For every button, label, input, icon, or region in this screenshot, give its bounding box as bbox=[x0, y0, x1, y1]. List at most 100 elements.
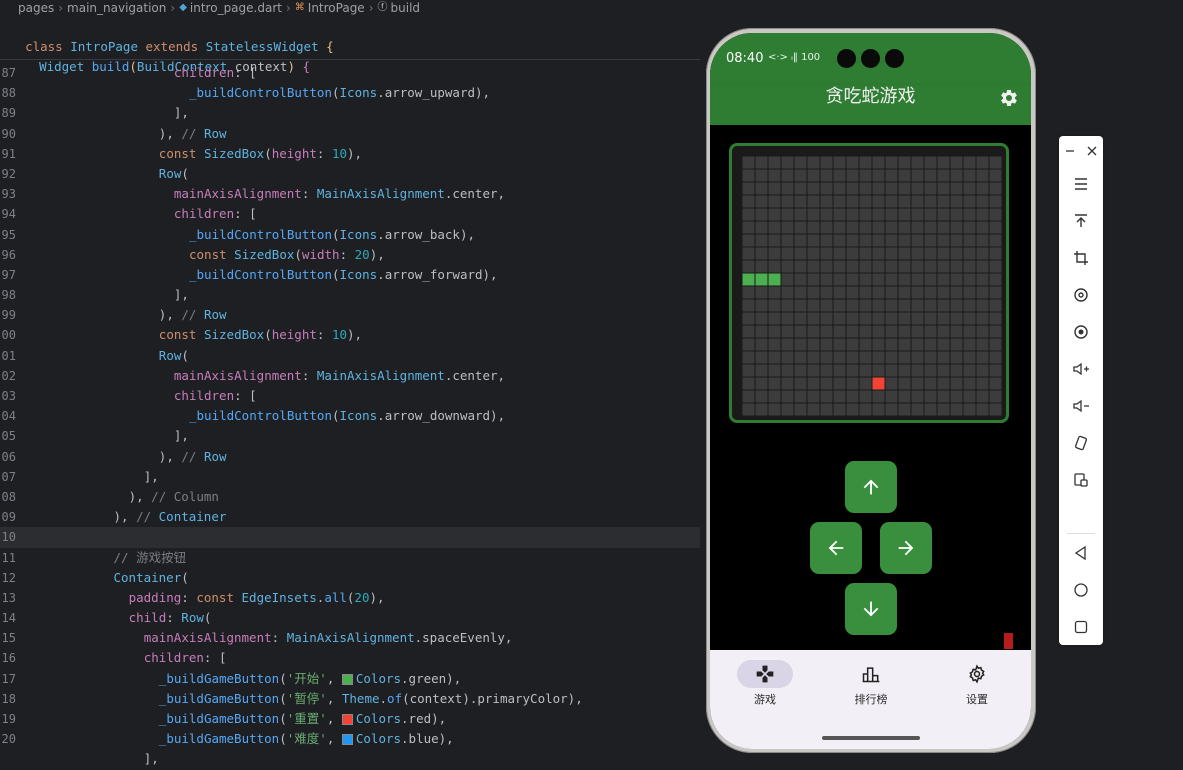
volume-up-icon[interactable] bbox=[1059, 354, 1103, 384]
code-line[interactable]: 13 padding: const EdgeInsets.all(20), bbox=[0, 588, 700, 608]
home-icon[interactable] bbox=[1059, 575, 1103, 605]
pin-top-icon[interactable] bbox=[1059, 206, 1103, 236]
code-line[interactable]: ], bbox=[0, 749, 700, 769]
board-cell bbox=[807, 156, 820, 169]
code-line[interactable]: 01 Row( bbox=[0, 346, 700, 366]
board-cell bbox=[794, 221, 807, 234]
board-cell bbox=[950, 338, 963, 351]
code-line[interactable]: 04 _buildControlButton(Icons.arrow_downwa… bbox=[0, 406, 700, 426]
code-line[interactable]: 93 mainAxisAlignment: MainAxisAlignment.c… bbox=[0, 184, 700, 204]
nav-item-settings[interactable]: 设置 bbox=[932, 660, 1022, 707]
code-line[interactable]: 19 _buildGameButton('重置', Colors.red), bbox=[0, 709, 700, 729]
code-text: ], bbox=[173, 287, 189, 303]
code-line[interactable]: 10 bbox=[0, 527, 700, 548]
code-line[interactable]: 00 const SizedBox(height: 10), bbox=[0, 325, 700, 345]
code-line[interactable]: 17 _buildGameButton('开始', Colors.green), bbox=[0, 669, 700, 689]
board-cell bbox=[794, 260, 807, 273]
board-cell bbox=[989, 273, 1002, 286]
board-cell bbox=[976, 377, 989, 390]
board-cell bbox=[898, 182, 911, 195]
line-number: 06 bbox=[1, 449, 16, 464]
code-line[interactable]: 92 Row( bbox=[0, 164, 700, 184]
board-cell bbox=[794, 299, 807, 312]
board-cell bbox=[859, 286, 872, 299]
close-icon[interactable] bbox=[1081, 136, 1103, 166]
board-cell bbox=[794, 208, 807, 221]
code-line[interactable]: 16 children: [ bbox=[0, 648, 700, 668]
nav-item-leaderboard[interactable]: 排行榜 bbox=[826, 660, 916, 707]
code-line[interactable]: 97 _buildControlButton(Icons.arrow_forwar… bbox=[0, 265, 700, 285]
board-cell bbox=[859, 182, 872, 195]
code-line[interactable]: 15 mainAxisAlignment: MainAxisAlignment.s… bbox=[0, 628, 700, 648]
home-indicator[interactable] bbox=[822, 736, 920, 740]
code-line[interactable]: 90), // Row bbox=[0, 124, 700, 144]
rotate-left-icon[interactable] bbox=[1059, 280, 1103, 310]
board-cell bbox=[807, 403, 820, 416]
board-cell bbox=[859, 338, 872, 351]
leaderboard-icon bbox=[862, 667, 880, 683]
board-cell bbox=[846, 377, 859, 390]
crop-icon[interactable] bbox=[1059, 243, 1103, 273]
code-line[interactable]: 07], bbox=[0, 467, 700, 487]
code-line[interactable]: 03 children: [ bbox=[0, 386, 700, 406]
game-board[interactable] bbox=[729, 143, 1009, 423]
up-button[interactable] bbox=[845, 461, 897, 513]
down-button[interactable] bbox=[845, 583, 897, 635]
code-line[interactable]: 98], bbox=[0, 285, 700, 305]
shake-icon[interactable] bbox=[1059, 428, 1103, 458]
code-line[interactable]: 20 _buildGameButton('难度', Colors.blue), bbox=[0, 729, 700, 749]
recents-icon[interactable] bbox=[1059, 612, 1103, 642]
code-line[interactable]: 14 child: Row( bbox=[0, 608, 700, 628]
board-cell bbox=[820, 182, 833, 195]
board-cell bbox=[768, 182, 781, 195]
volume-down-icon[interactable] bbox=[1059, 391, 1103, 421]
phone-screen[interactable]: 08:40 <·> ᵢ‖ 100 贪吃蛇游戏 游戏 排行榜 设置 bbox=[710, 33, 1031, 749]
breadcrumb-item-file[interactable]: intro_page.dart bbox=[190, 0, 282, 16]
back-icon[interactable] bbox=[1059, 538, 1103, 568]
menu-icon[interactable] bbox=[1059, 169, 1103, 199]
code-line[interactable]: 18 _buildGameButton('暂停', Theme.of(contex… bbox=[0, 689, 700, 709]
code-line[interactable]: 96 const SizedBox(width: 20), bbox=[0, 245, 700, 265]
code-text: mainAxisAlignment: MainAxisAlignment.cen… bbox=[173, 367, 506, 383]
breadcrumb-item-method[interactable]: build bbox=[391, 0, 421, 16]
color-swatch bbox=[341, 714, 353, 725]
code-line[interactable]: 09), // Container bbox=[0, 507, 700, 527]
board-cell bbox=[885, 390, 898, 403]
code-line[interactable]: 02 mainAxisAlignment: MainAxisAlignment.c… bbox=[0, 366, 700, 386]
line-number: 01 bbox=[1, 348, 16, 363]
code-line[interactable]: 87 children: [ bbox=[0, 63, 700, 83]
right-button[interactable] bbox=[880, 522, 932, 574]
code-line[interactable]: 05], bbox=[0, 426, 700, 446]
code-line[interactable]: 99), // Row bbox=[0, 305, 700, 325]
nav-item-game[interactable]: 游戏 bbox=[720, 660, 810, 707]
code-line[interactable]: 95 _buildControlButton(Icons.arrow_back), bbox=[0, 225, 700, 245]
board-cell bbox=[807, 338, 820, 351]
board-cell bbox=[898, 403, 911, 416]
board-cell bbox=[742, 364, 755, 377]
code-editor[interactable]: 87 children: [88 _buildControlButton(Icons… bbox=[0, 63, 700, 770]
code-line[interactable]: 08), // Column bbox=[0, 487, 700, 507]
board-cell bbox=[742, 377, 755, 390]
gamepad-icon bbox=[756, 665, 774, 683]
board-cell bbox=[820, 247, 833, 260]
code-line[interactable]: 94 children: [ bbox=[0, 204, 700, 224]
code-line[interactable]: 12 Container( bbox=[0, 568, 700, 588]
code-line[interactable]: 06), // Row bbox=[0, 447, 700, 467]
code-line[interactable]: 11 // 游戏按钮 bbox=[0, 548, 700, 568]
minimize-icon[interactable] bbox=[1059, 136, 1081, 166]
screenshot-icon[interactable] bbox=[1059, 465, 1103, 495]
gear-icon[interactable] bbox=[999, 88, 1019, 112]
code-line[interactable]: 89], bbox=[0, 103, 700, 123]
sticky-class-header[interactable]: class IntroPage extends StatelessWidget … bbox=[0, 17, 334, 54]
breadcrumb-item-main-navigation[interactable]: main_navigation bbox=[67, 0, 166, 16]
breadcrumb-item-class[interactable]: IntroPage bbox=[308, 0, 365, 16]
sticky-method-header[interactable]: Widget build(BuildContext context) { bbox=[0, 37, 310, 74]
board-cell bbox=[976, 195, 989, 208]
left-button[interactable] bbox=[810, 522, 862, 574]
code-line[interactable]: 91 const SizedBox(height: 10), bbox=[0, 144, 700, 164]
breadcrumb-item-pages[interactable]: pages bbox=[18, 0, 54, 16]
code-text: padding: const EdgeInsets.all(20), bbox=[128, 589, 385, 605]
code-line[interactable]: 88 _buildControlButton(Icons.arrow_upward… bbox=[0, 83, 700, 103]
rotate-right-icon[interactable] bbox=[1059, 317, 1103, 347]
board-cell bbox=[989, 260, 1002, 273]
